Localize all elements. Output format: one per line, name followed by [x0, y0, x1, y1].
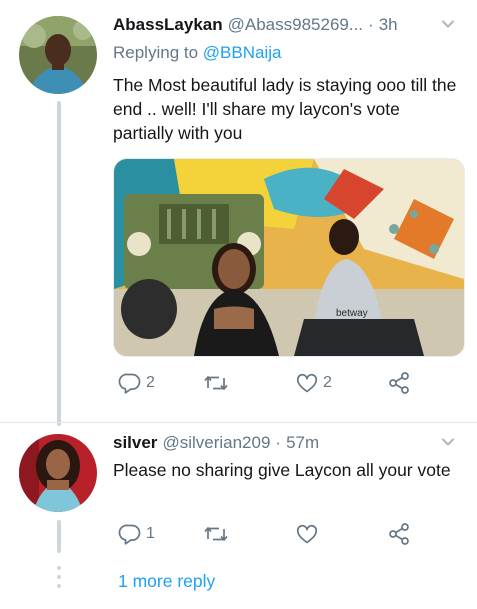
like-button[interactable]: 2: [295, 371, 332, 395]
separator-dot: ·: [368, 15, 374, 34]
reply-icon: [118, 373, 141, 394]
replying-to: Replying to @BBNaija: [113, 43, 281, 63]
user-handle[interactable]: @silverian209: [162, 433, 270, 453]
shirt-brand-text: betway: [336, 308, 368, 319]
timestamp[interactable]: 3h: [379, 15, 398, 35]
action-bar: 1: [113, 522, 423, 552]
thread-line: [57, 101, 61, 426]
retweet-icon: [204, 526, 228, 542]
reply-count: 2: [146, 374, 155, 391]
reply-count: 1: [146, 525, 155, 542]
share-button[interactable]: [387, 371, 411, 395]
display-name[interactable]: AbassLaykan: [113, 15, 223, 35]
more-replies-dots: [57, 565, 61, 594]
separator-dot: ·: [275, 433, 282, 452]
tweet-header: silver @silverian209 · 57m: [113, 431, 457, 455]
share-button[interactable]: [387, 522, 411, 546]
timestamp[interactable]: 57m: [286, 433, 319, 453]
thread-line: [57, 520, 61, 553]
like-count: 2: [323, 374, 332, 391]
like-icon: [296, 373, 318, 393]
share-icon: [389, 523, 409, 545]
retweet-button[interactable]: [203, 522, 229, 546]
more-replies-link[interactable]: 1 more reply: [118, 571, 215, 592]
retweet-button[interactable]: [203, 371, 229, 395]
tweet-header: AbassLaykan @Abass985269... · 3h: [113, 13, 457, 37]
mention-link[interactable]: @BBNaija: [203, 43, 282, 62]
share-icon: [389, 372, 409, 394]
tweet-text: The Most beautiful lady is staying ooo t…: [113, 75, 457, 143]
avatar[interactable]: [19, 16, 97, 94]
reply-icon: [118, 524, 141, 545]
retweet-icon: [204, 375, 228, 391]
tweet-text: Please no sharing give Laycon all your v…: [113, 460, 451, 480]
reply-button[interactable]: 2: [118, 371, 155, 395]
reply-button[interactable]: 1: [118, 522, 155, 546]
tweet-photo[interactable]: betway: [113, 158, 465, 357]
avatar[interactable]: [19, 434, 97, 512]
chevron-down-icon[interactable]: [439, 433, 457, 456]
action-bar: 2 2: [113, 371, 423, 401]
replying-prefix: Replying to: [113, 43, 199, 62]
like-icon: [296, 524, 318, 544]
display-name[interactable]: silver: [113, 433, 157, 453]
like-button[interactable]: [295, 522, 319, 546]
user-handle[interactable]: @Abass985269...: [228, 15, 363, 35]
tweet-divider: [0, 422, 477, 423]
chevron-down-icon[interactable]: [439, 15, 457, 38]
